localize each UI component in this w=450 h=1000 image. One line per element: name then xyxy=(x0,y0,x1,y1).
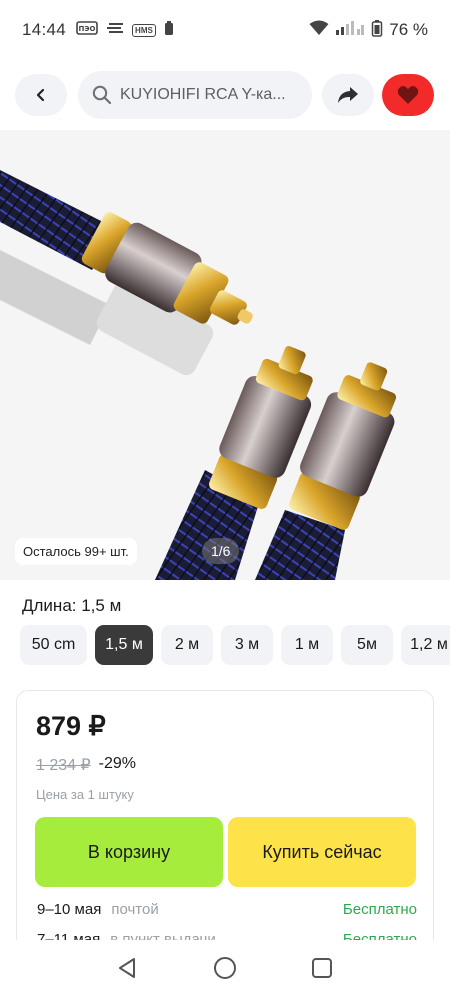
share-button[interactable] xyxy=(322,74,374,116)
nav-home-button[interactable] xyxy=(213,956,237,985)
delivery-date: 9–10 мая xyxy=(37,901,102,918)
length-option[interactable]: 1,2 м xyxy=(401,625,450,665)
image-page-indicator: 1/6 xyxy=(202,538,240,564)
app-notification-icon: ПЭО xyxy=(76,20,98,41)
battery-small-icon xyxy=(164,20,174,41)
search-input[interactable]: KUYIOHIFI RCA Y-ка... xyxy=(78,71,312,119)
battery-percent: 76 % xyxy=(389,20,428,39)
length-option[interactable]: 3 м xyxy=(221,625,273,665)
nav-recents-button[interactable] xyxy=(310,956,334,985)
buy-now-button[interactable]: Купить сейчас xyxy=(228,817,416,887)
variant-label: Длина: 1,5 м xyxy=(22,596,122,615)
system-nav-bar xyxy=(0,940,450,1000)
length-option[interactable]: 1 м xyxy=(281,625,333,665)
square-recents-icon xyxy=(311,957,332,978)
circle-home-icon xyxy=(213,956,236,979)
length-option-selected[interactable]: 1,5 м xyxy=(95,625,153,665)
current-price: 879 ₽ xyxy=(36,711,106,741)
discount-badge: -29% xyxy=(98,755,137,772)
product-gallery[interactable]: Осталось 99+ шт. 1/6 xyxy=(0,130,450,580)
back-button[interactable] xyxy=(15,74,67,116)
notification-lines-icon xyxy=(106,20,124,40)
svg-text:ПЭО: ПЭО xyxy=(79,25,96,33)
length-option[interactable]: 5м xyxy=(341,625,393,665)
chevron-left-icon xyxy=(36,88,45,102)
top-bar: KUYIOHIFI RCA Y-ка... xyxy=(0,71,450,119)
search-icon xyxy=(92,85,112,105)
search-query: KUYIOHIFI RCA Y-ка... xyxy=(120,86,286,103)
share-arrow-icon xyxy=(338,87,358,103)
price-card: 879 ₽ 1 234 ₽ -29% Цена за 1 штуку В кор… xyxy=(16,690,434,950)
status-bar: 14:44 ПЭО HMS 76 % xyxy=(0,0,450,60)
triangle-back-icon xyxy=(119,957,136,978)
battery-icon xyxy=(371,19,383,42)
wifi-icon xyxy=(309,20,329,41)
nav-back-button[interactable] xyxy=(116,956,140,985)
stock-badge: Осталось 99+ шт. xyxy=(15,538,137,565)
clock: 14:44 xyxy=(22,20,67,39)
hms-icon: HMS xyxy=(132,23,156,37)
delivery-option[interactable]: 9–10 мая почтой Бесплатно xyxy=(37,901,417,918)
delivery-method: почтой xyxy=(111,901,159,918)
product-image xyxy=(0,130,450,580)
old-price: 1 234 ₽ xyxy=(36,757,91,774)
length-options: 50 cm 1,5 м 2 м 3 м 1 м 5м 1,2 м xyxy=(20,625,450,665)
length-option[interactable]: 50 cm xyxy=(20,625,87,665)
length-option[interactable]: 2 м xyxy=(161,625,213,665)
add-to-cart-button[interactable]: В корзину xyxy=(35,817,223,887)
unit-price-note: Цена за 1 штуку xyxy=(36,787,134,802)
signal-icon xyxy=(335,20,365,41)
delivery-cost: Бесплатно xyxy=(342,901,417,918)
old-price-row: 1 234 ₽ -29% xyxy=(36,755,136,775)
heart-icon xyxy=(397,86,419,104)
favorite-button[interactable] xyxy=(382,74,434,116)
